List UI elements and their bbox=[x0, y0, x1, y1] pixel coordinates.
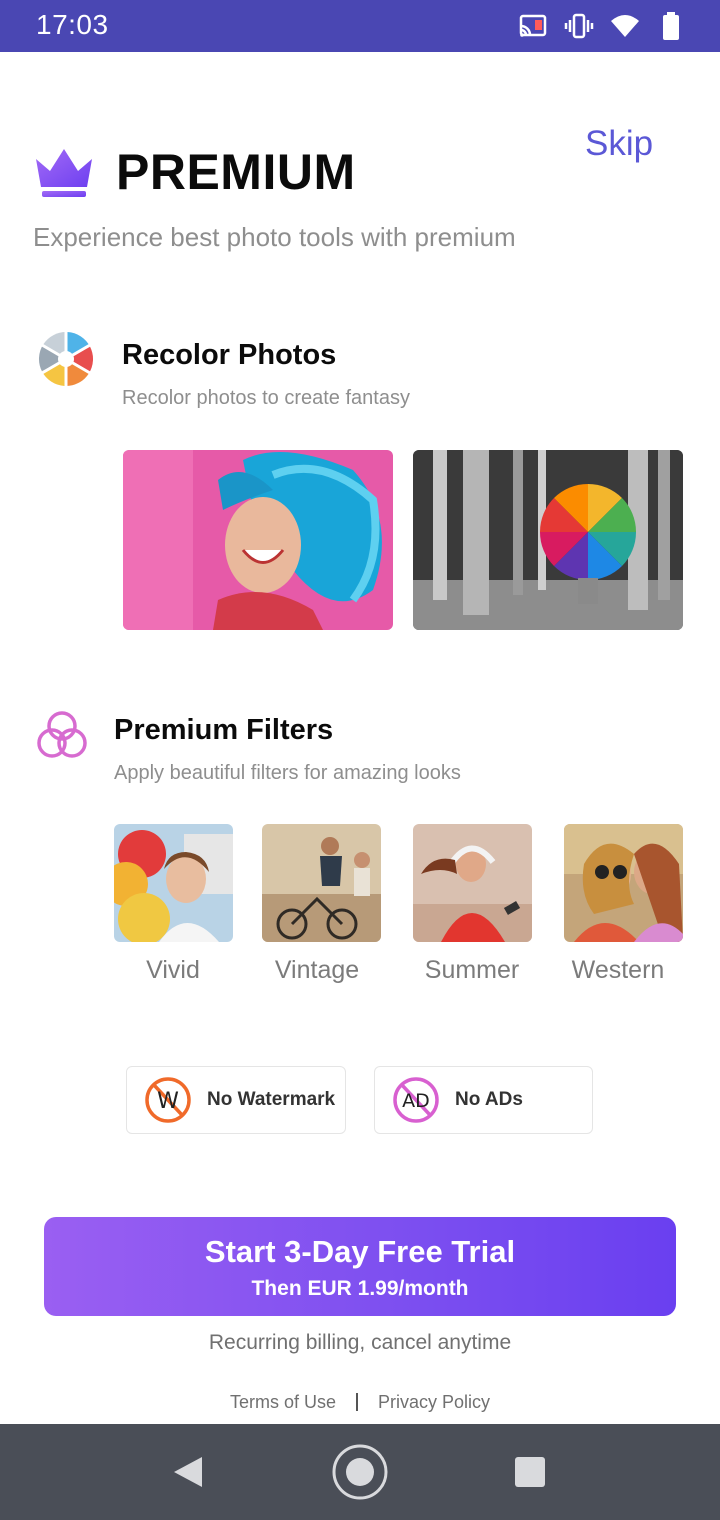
feature-desc-filters: Apply beautiful filters for amazing look… bbox=[114, 762, 461, 784]
perk-no-ads: AD No ADs bbox=[374, 1066, 593, 1134]
filter-label-vivid: Vivid bbox=[146, 956, 200, 984]
battery-icon bbox=[656, 11, 686, 41]
no-watermark-icon: W bbox=[145, 1077, 191, 1123]
vibrate-icon bbox=[564, 11, 594, 41]
status-time: 17:03 bbox=[36, 9, 109, 40]
privacy-policy-link[interactable]: Privacy Policy bbox=[378, 1392, 490, 1412]
trial-button-price: Then EUR 1.99/month bbox=[251, 1277, 469, 1300]
svg-text:W: W bbox=[157, 1089, 179, 1114]
filter-label-summer: Summer bbox=[424, 956, 520, 984]
billing-note: Recurring billing, cancel anytime bbox=[208, 1331, 512, 1354]
status-bar: 17:03 bbox=[0, 0, 720, 52]
svg-text:AD: AD bbox=[402, 1090, 430, 1112]
filter-circles-icon bbox=[37, 711, 87, 758]
no-ads-icon: AD bbox=[393, 1077, 439, 1123]
color-wheel-icon bbox=[38, 331, 94, 387]
crown-icon bbox=[36, 149, 92, 197]
navigation-bar bbox=[0, 1424, 720, 1520]
cast-icon bbox=[518, 11, 548, 41]
filter-thumb-vivid[interactable] bbox=[114, 824, 233, 942]
recolor-sample-umbrella-photo bbox=[413, 450, 683, 630]
perk-label-no-watermark: No Watermark bbox=[207, 1089, 336, 1110]
terms-of-use-link[interactable]: Terms of Use bbox=[230, 1392, 336, 1412]
recolor-sample-hair-photo bbox=[123, 450, 393, 630]
filter-thumb-summer[interactable] bbox=[413, 824, 532, 942]
feature-title-recolor: Recolor Photos bbox=[122, 339, 337, 371]
wifi-icon bbox=[610, 11, 640, 41]
page-subtitle: Experience best photo tools with premium bbox=[33, 222, 516, 252]
trial-button-title: Start 3-Day Free Trial bbox=[204, 1234, 516, 1269]
feature-title-filters: Premium Filters bbox=[114, 714, 334, 746]
back-icon[interactable] bbox=[172, 1455, 204, 1489]
home-icon[interactable] bbox=[331, 1443, 389, 1501]
start-free-trial-button[interactable]: Start 3-Day Free Trial Then EUR 1.99/mon… bbox=[44, 1217, 676, 1316]
filter-label-western: Western bbox=[571, 956, 665, 984]
footer-divider bbox=[356, 1393, 358, 1411]
feature-desc-recolor: Recolor photos to create fantasy bbox=[122, 387, 410, 409]
footer-links: Terms of Use Privacy Policy bbox=[0, 1392, 720, 1413]
filter-label-vintage: Vintage bbox=[274, 956, 360, 984]
filter-thumb-western[interactable] bbox=[564, 824, 683, 942]
skip-button[interactable]: Skip bbox=[585, 124, 653, 164]
perk-no-watermark: W No Watermark bbox=[126, 1066, 346, 1134]
recents-icon[interactable] bbox=[514, 1456, 546, 1488]
filter-thumb-vintage[interactable] bbox=[262, 824, 381, 942]
status-icons bbox=[518, 11, 686, 41]
perk-label-no-ads: No ADs bbox=[455, 1089, 523, 1110]
page-title: PREMIUM bbox=[116, 144, 356, 200]
